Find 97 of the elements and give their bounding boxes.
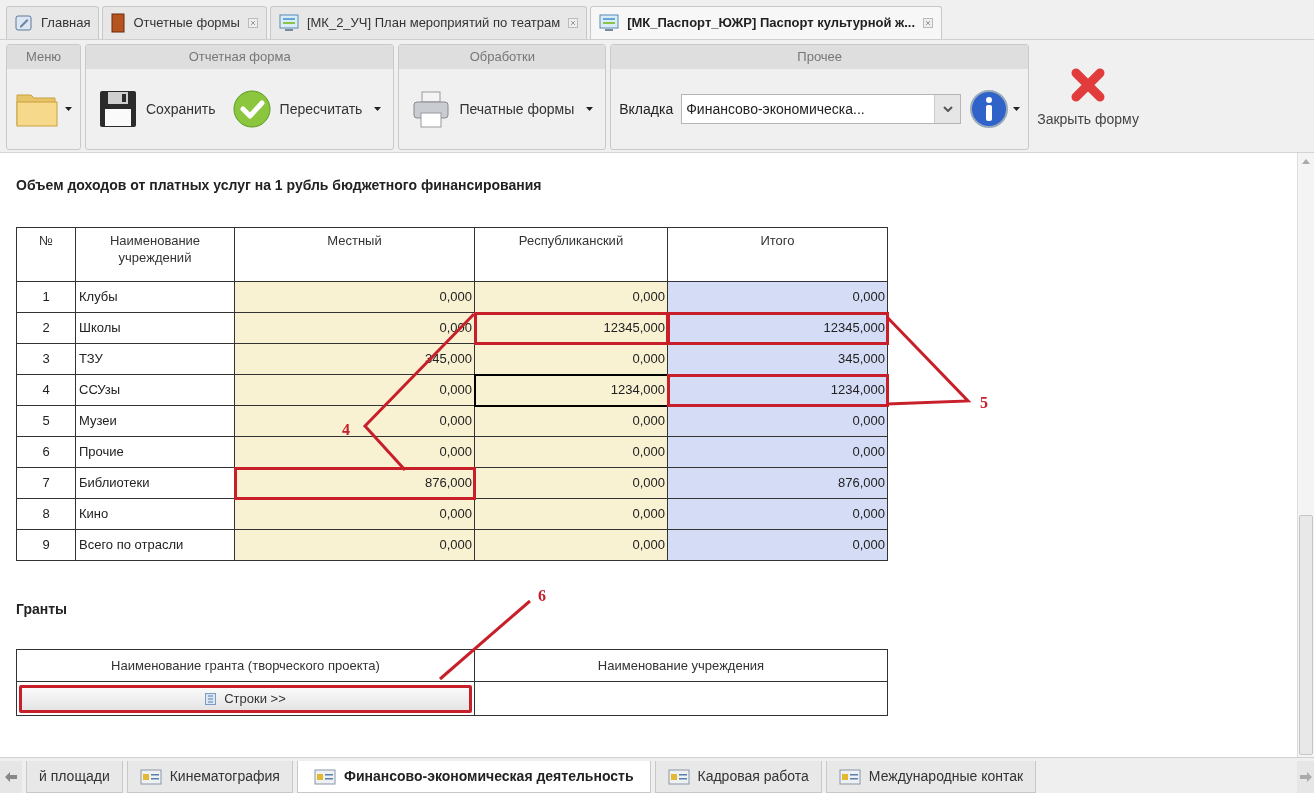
institution-name: Всего по отрасли xyxy=(75,529,235,561)
check-icon xyxy=(231,89,272,129)
value-cell[interactable]: 0,000 xyxy=(667,281,888,313)
row-number: 8 xyxy=(16,498,76,530)
document-tab[interactable]: Отчетные формы xyxy=(102,6,267,39)
scroll-up-icon[interactable] xyxy=(1302,159,1310,164)
caret-icon xyxy=(374,107,382,111)
tab-select[interactable]: Финансово-экономическа... xyxy=(681,94,962,124)
group-title: Обработки xyxy=(399,45,606,69)
scroll-left-button[interactable] xyxy=(0,761,22,793)
value-cell[interactable]: 0,000 xyxy=(234,529,475,561)
info-menu-button[interactable] xyxy=(969,89,1021,129)
form-icon xyxy=(278,14,299,32)
value-cell[interactable]: 0,000 xyxy=(474,405,668,437)
document-tab[interactable]: [МК_2_УЧ] План мероприятий по театрам xyxy=(269,6,588,39)
caret-icon xyxy=(1013,107,1021,111)
institution-name: Школы xyxy=(75,312,235,344)
section-tab[interactable]: Кадровая работа xyxy=(654,761,822,793)
chevron-down-icon xyxy=(942,106,953,112)
column-header: Наименование учреждения xyxy=(474,649,888,682)
value-cell[interactable]: 0,000 xyxy=(474,498,668,530)
rows-button[interactable]: Строки >> xyxy=(19,684,472,713)
list-icon xyxy=(205,692,217,705)
value-cell[interactable]: 0,000 xyxy=(234,436,475,468)
column-header: Республиканский xyxy=(474,227,668,282)
callout-number: 4 xyxy=(342,421,350,438)
document-tab[interactable]: Главная xyxy=(6,6,100,39)
close-form-button[interactable]: Закрыть форму xyxy=(1033,44,1143,150)
column-header: № xyxy=(16,227,76,282)
group-title: Прочее xyxy=(611,45,1029,69)
value-cell[interactable]: 0,000 xyxy=(234,281,475,313)
value-cell[interactable]: 0,000 xyxy=(474,529,668,561)
close-icon[interactable] xyxy=(247,18,258,28)
row-number: 5 xyxy=(16,405,76,437)
callout-number: 5 xyxy=(980,394,988,411)
book-icon xyxy=(111,13,126,33)
row-number: 3 xyxy=(16,343,76,375)
column-header: Наименование учреждений xyxy=(75,227,235,282)
printer-icon xyxy=(411,89,452,129)
value-cell[interactable]: 12345,000 xyxy=(474,312,668,344)
section-tab[interactable]: Кинематография xyxy=(126,761,293,793)
scrollbar[interactable] xyxy=(1297,153,1314,757)
institution-name: Музеи xyxy=(75,405,235,437)
column-header: Итого xyxy=(667,227,888,282)
caret-icon xyxy=(586,107,594,111)
institution-name: Клубы xyxy=(75,281,235,313)
group-title: Меню xyxy=(7,45,80,69)
section-tab[interactable]: Финансово-экономическая деятельность xyxy=(296,761,651,793)
value-cell[interactable]: 0,000 xyxy=(667,498,888,530)
value-cell[interactable]: 876,000 xyxy=(667,467,888,499)
group-title: Отчетная форма xyxy=(86,45,394,69)
document-tab[interactable]: [МК_Паспорт_ЮЖР] Паспорт культурной ж... xyxy=(590,6,943,39)
row-number: 7 xyxy=(16,467,76,499)
value-cell[interactable]: 0,000 xyxy=(474,467,668,499)
column-header: Местный xyxy=(234,227,475,282)
value-cell[interactable]: 0,000 xyxy=(667,436,888,468)
form-icon xyxy=(599,14,620,32)
institution-name: ССУзы xyxy=(75,374,235,406)
column-header: Наименование гранта (творческого проекта) xyxy=(16,649,475,682)
section-tab[interactable]: Международные контак xyxy=(825,761,1037,793)
institution-name: Кино xyxy=(75,498,235,530)
section-tab[interactable]: й площади xyxy=(26,761,123,793)
toolbar-button[interactable]: Печатные формы xyxy=(407,89,598,129)
scroll-right-button[interactable] xyxy=(1297,761,1314,793)
institution-name: Прочие xyxy=(75,436,235,468)
toolbar-button[interactable]: Сохранить xyxy=(94,89,220,129)
grants-title: Гранты xyxy=(16,600,68,619)
toolbar-button[interactable]: Пересчитать xyxy=(227,89,386,129)
value-cell[interactable]: 0,000 xyxy=(234,374,475,406)
section-title: Объем доходов от платных услуг на 1 рубль бюджетного финансирования xyxy=(16,176,543,195)
caret-icon xyxy=(65,107,72,111)
arrow-right-icon xyxy=(1299,772,1312,782)
row-number: 2 xyxy=(16,312,76,344)
institution-name: ТЗУ xyxy=(75,343,235,375)
value-cell[interactable]: 0,000 xyxy=(234,498,475,530)
info-icon xyxy=(969,89,1010,129)
arrow-left-icon xyxy=(5,772,17,782)
callout-number: 6 xyxy=(538,587,546,604)
close-icon[interactable] xyxy=(568,18,579,28)
value-cell[interactable]: 0,000 xyxy=(474,436,668,468)
row-number: 6 xyxy=(16,436,76,468)
institution-name: Библиотеки xyxy=(75,467,235,499)
value-cell[interactable]: 876,000 xyxy=(234,467,475,499)
value-cell[interactable]: 1234,000 xyxy=(474,374,668,406)
value-cell[interactable]: 345,000 xyxy=(667,343,888,375)
row-number: 1 xyxy=(16,281,76,313)
edit-icon xyxy=(15,14,33,32)
value-cell[interactable]: 0,000 xyxy=(474,281,668,313)
row-number: 9 xyxy=(16,529,76,561)
field-label: Вкладка xyxy=(619,99,674,119)
value-cell[interactable]: 12345,000 xyxy=(667,312,888,344)
close-icon[interactable] xyxy=(923,18,934,28)
value-cell[interactable]: 1234,000 xyxy=(667,374,888,406)
value-cell[interactable]: 0,000 xyxy=(474,343,668,375)
row-number: 4 xyxy=(16,374,76,406)
value-cell[interactable]: 0,000 xyxy=(667,529,888,561)
value-cell[interactable]: 0,000 xyxy=(667,405,888,437)
